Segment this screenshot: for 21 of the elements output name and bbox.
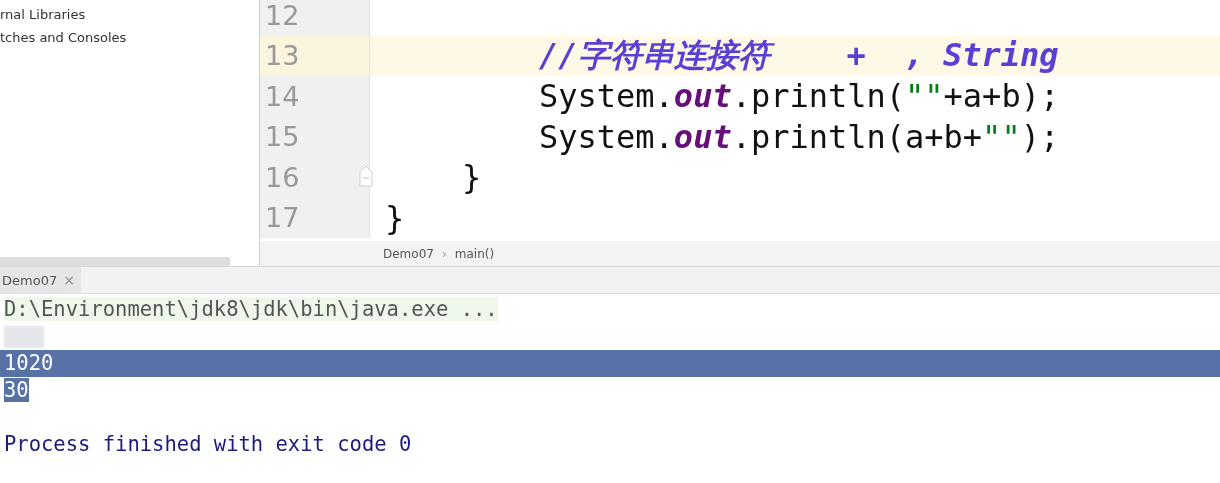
line-number: 17 bbox=[265, 202, 300, 234]
scrollbar[interactable] bbox=[0, 257, 230, 266]
chevron-icon: › bbox=[441, 246, 447, 261]
blurred-block bbox=[4, 326, 44, 348]
line-number: 12 bbox=[265, 0, 300, 31]
line-number: 13 bbox=[265, 40, 300, 72]
tree-item[interactable]: rnal Libraries bbox=[0, 5, 259, 28]
breadcrumb[interactable]: Demo07 bbox=[383, 246, 434, 261]
line-number: 14 bbox=[265, 80, 300, 112]
line-number: 15 bbox=[265, 121, 300, 153]
run-tab[interactable]: Demo07 × bbox=[0, 267, 81, 293]
code-line: System.out.println(""+a+b); bbox=[539, 77, 1060, 116]
breadcrumb[interactable]: main() bbox=[454, 246, 495, 261]
code-line: } bbox=[462, 158, 482, 197]
console-line: Process finished with exit code 0 bbox=[4, 432, 412, 456]
code-line: } bbox=[385, 198, 405, 237]
line-number: 16 bbox=[265, 161, 300, 193]
tree-item[interactable]: tches and Consoles bbox=[0, 28, 259, 51]
fold-icon[interactable] bbox=[359, 165, 373, 187]
code-line: //字符串连接符 + , String bbox=[539, 34, 1059, 76]
code-line: System.out.println(a+b+""); bbox=[539, 117, 1060, 156]
